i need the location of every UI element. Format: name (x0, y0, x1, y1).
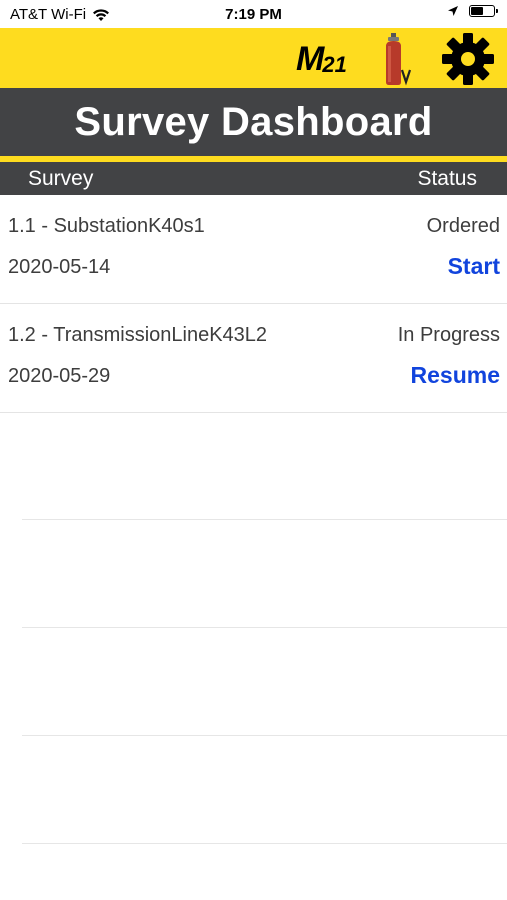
location-arrow-icon (448, 6, 458, 16)
status-right (447, 5, 498, 17)
clock: 7:19 PM (225, 6, 282, 23)
survey-list: 1.1 - SubstationK40s1 Ordered 2020-05-14… (0, 195, 507, 413)
empty-row-separator (22, 843, 507, 844)
column-header: Survey Status (0, 162, 507, 195)
page-title: Survey Dashboard (74, 99, 433, 144)
survey-row[interactable]: 1.1 - SubstationK40s1 Ordered 2020-05-14… (0, 195, 507, 304)
empty-row-separator (22, 519, 507, 520)
survey-status: In Progress (397, 324, 500, 346)
survey-status: Ordered (426, 215, 500, 237)
survey-row[interactable]: 1.2 - TransmissionLineK43L2 In Progress … (0, 304, 507, 413)
logo-sub: 21 (322, 52, 347, 77)
title-bar: Survey Dashboard (0, 88, 507, 156)
cylinder-icon[interactable] (378, 32, 412, 86)
resume-button[interactable]: Resume (411, 362, 500, 389)
battery-icon (469, 5, 498, 17)
m21-logo: M21 (296, 40, 347, 79)
survey-name: 1.2 - TransmissionLineK43L2 (8, 324, 268, 346)
empty-row-separator (22, 735, 507, 736)
survey-date: 2020-05-14 (8, 256, 111, 278)
logo-main: M (296, 40, 324, 78)
gear-icon[interactable] (440, 31, 496, 87)
empty-row-separator (22, 627, 507, 628)
app-bar: M21 (0, 28, 507, 88)
survey-date: 2020-05-29 (8, 365, 111, 387)
battery-fill (471, 7, 483, 15)
column-header-survey: Survey (28, 167, 94, 190)
survey-name: 1.1 - SubstationK40s1 (8, 215, 205, 237)
status-bar: AT&T Wi-Fi 7:19 PM (0, 0, 507, 28)
start-button[interactable]: Start (448, 253, 500, 280)
column-header-status: Status (417, 167, 477, 190)
